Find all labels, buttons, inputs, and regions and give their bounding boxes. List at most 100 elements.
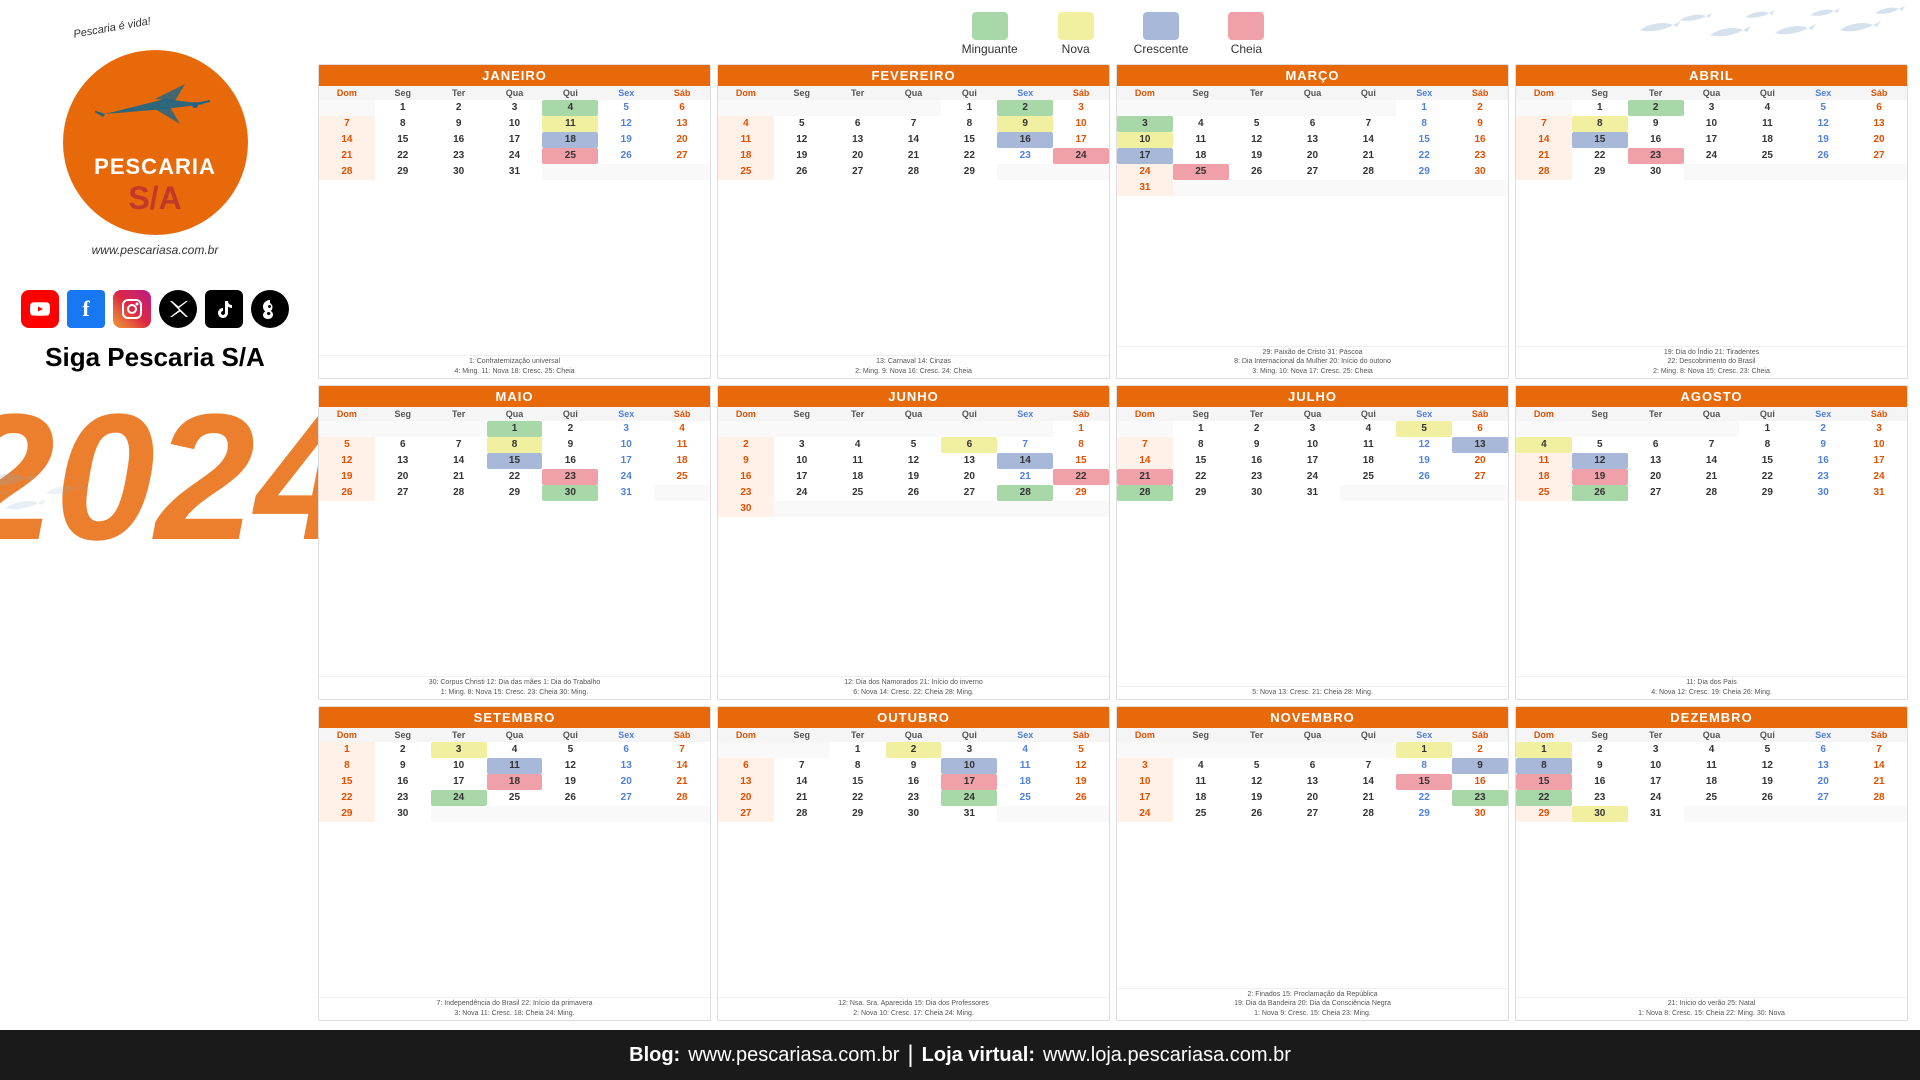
day-cell-empty: [1285, 742, 1341, 758]
day-header-sáb: Sáb: [654, 86, 710, 100]
day-header-qua: Qua: [886, 86, 942, 100]
day-cell-empty: [997, 501, 1053, 517]
day-cell-2: 2: [1795, 421, 1851, 437]
day-cell-5: 5: [1572, 437, 1628, 453]
moon-minguante-label: Minguante: [962, 42, 1018, 56]
day-cell-26: 26: [319, 485, 375, 501]
month-header-11: DEZEMBRO: [1516, 707, 1907, 728]
facebook-icon[interactable]: f: [67, 290, 105, 328]
day-cell-23: 23: [1795, 469, 1851, 485]
day-cell-23: 23: [997, 148, 1053, 164]
day-header-seg: Seg: [1173, 407, 1229, 421]
day-cell-19: 19: [598, 132, 654, 148]
day-cell-26: 26: [598, 148, 654, 164]
day-cell-9: 9: [718, 453, 774, 469]
day-cell-8: 8: [375, 116, 431, 132]
day-header-dom: Dom: [1516, 728, 1572, 742]
day-cell-15: 15: [1396, 132, 1452, 148]
day-header-sex: Sex: [598, 728, 654, 742]
month-block-maio: MAIODomSegTerQuaQuiSexSáb123456789101112…: [318, 385, 711, 700]
day-cell-8: 8: [487, 437, 543, 453]
day-cell-1: 1: [1396, 100, 1452, 116]
day-cell-14: 14: [1117, 453, 1173, 469]
day-cell-empty: [598, 806, 654, 822]
day-cell-16: 16: [1452, 774, 1508, 790]
day-cell-10: 10: [1851, 437, 1907, 453]
day-cell-5: 5: [542, 742, 598, 758]
day-cell-10: 10: [1285, 437, 1341, 453]
day-cell-26: 26: [886, 485, 942, 501]
day-cell-13: 13: [1795, 758, 1851, 774]
day-cell-6: 6: [598, 742, 654, 758]
day-header-qui: Qui: [542, 86, 598, 100]
day-cell-17: 17: [1053, 132, 1109, 148]
day-cell-13: 13: [654, 116, 710, 132]
day-cell-empty: [654, 806, 710, 822]
tiktok-icon[interactable]: [205, 290, 243, 328]
day-header-ter: Ter: [1229, 407, 1285, 421]
day-cell-6: 6: [718, 758, 774, 774]
month-notes-1: 13: Carnaval 14: Cinzas 2: Ming. 9: Nova…: [718, 355, 1109, 378]
day-header-seg: Seg: [774, 86, 830, 100]
day-cell-4: 4: [718, 116, 774, 132]
day-cell-28: 28: [431, 485, 487, 501]
day-cell-27: 27: [1628, 485, 1684, 501]
month-block-abril: ABRILDomSegTerQuaQuiSexSáb12345678910111…: [1515, 64, 1908, 379]
day-cell-13: 13: [375, 453, 431, 469]
day-cell-23: 23: [1572, 790, 1628, 806]
day-cell-24: 24: [774, 485, 830, 501]
day-header-sáb: Sáb: [1851, 407, 1907, 421]
day-cell-empty: [1452, 485, 1508, 501]
day-cell-3: 3: [941, 742, 997, 758]
day-cell-7: 7: [1684, 437, 1740, 453]
day-cell-empty: [1684, 421, 1740, 437]
day-cell-empty: [774, 100, 830, 116]
day-cell-18: 18: [1173, 790, 1229, 806]
day-cell-15: 15: [830, 774, 886, 790]
day-cell-2: 2: [886, 742, 942, 758]
day-cell-4: 4: [1173, 758, 1229, 774]
day-cell-13: 13: [1285, 774, 1341, 790]
day-cell-empty: [654, 164, 710, 180]
day-cell-16: 16: [718, 469, 774, 485]
day-header-dom: Dom: [718, 407, 774, 421]
day-cell-2: 2: [375, 742, 431, 758]
day-cell-empty: [654, 485, 710, 501]
day-cell-12: 12: [1053, 758, 1109, 774]
day-cell-21: 21: [1516, 148, 1572, 164]
day-cell-12: 12: [1229, 774, 1285, 790]
day-header-dom: Dom: [1117, 728, 1173, 742]
twitter-x-icon[interactable]: [159, 290, 197, 328]
day-cell-16: 16: [1229, 453, 1285, 469]
day-cell-31: 31: [941, 806, 997, 822]
threads-icon[interactable]: [251, 290, 289, 328]
day-cell-4: 4: [487, 742, 543, 758]
day-cell-29: 29: [830, 806, 886, 822]
day-header-sex: Sex: [1795, 728, 1851, 742]
day-cell-29: 29: [1572, 164, 1628, 180]
logo-pescaria-text: PESCARIA: [94, 154, 216, 180]
day-cell-12: 12: [1396, 437, 1452, 453]
day-cell-25: 25: [1173, 164, 1229, 180]
day-cell-21: 21: [997, 469, 1053, 485]
day-header-seg: Seg: [375, 86, 431, 100]
day-cell-26: 26: [1229, 806, 1285, 822]
day-cell-19: 19: [1739, 774, 1795, 790]
day-cell-8: 8: [1173, 437, 1229, 453]
day-cell-30: 30: [1229, 485, 1285, 501]
youtube-icon[interactable]: [21, 290, 59, 328]
day-header-qua: Qua: [886, 407, 942, 421]
instagram-icon[interactable]: [113, 290, 151, 328]
day-cell-9: 9: [542, 437, 598, 453]
day-cell-25: 25: [1516, 485, 1572, 501]
day-cell-4: 4: [997, 742, 1053, 758]
day-header-qui: Qui: [1739, 728, 1795, 742]
day-cell-31: 31: [1628, 806, 1684, 822]
day-cell-15: 15: [1516, 774, 1572, 790]
day-cell-empty: [1285, 180, 1341, 196]
day-cell-16: 16: [1628, 132, 1684, 148]
day-cell-11: 11: [1516, 453, 1572, 469]
day-cell-15: 15: [941, 132, 997, 148]
day-header-sex: Sex: [1396, 86, 1452, 100]
day-cell-13: 13: [1628, 453, 1684, 469]
